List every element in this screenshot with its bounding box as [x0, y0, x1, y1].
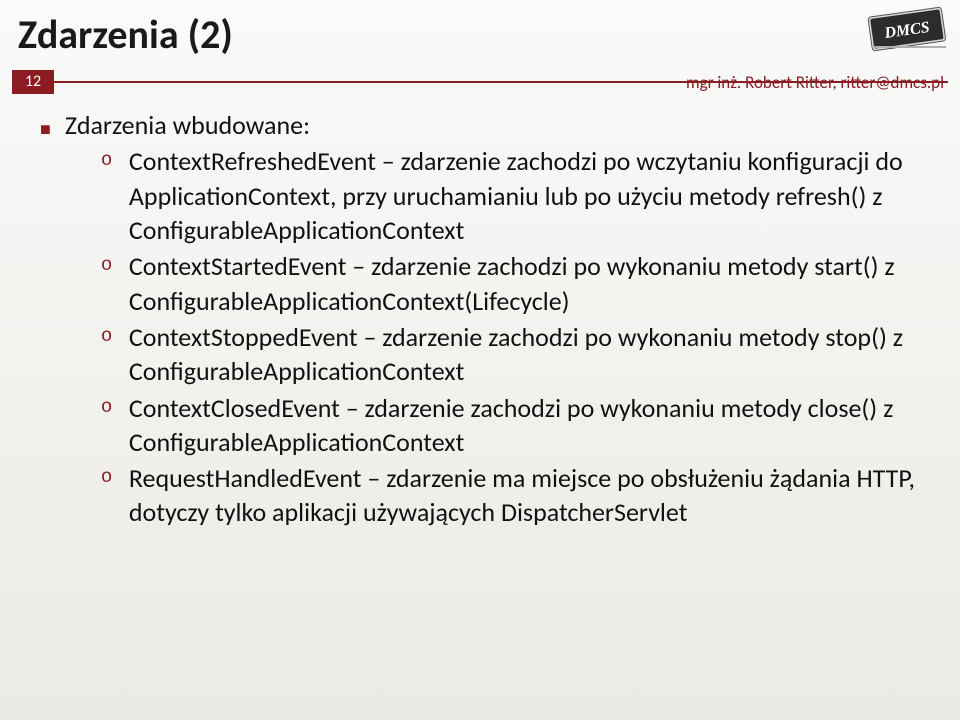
circle-bullet-icon: o: [101, 253, 115, 278]
circle-bullet-icon: o: [101, 465, 115, 490]
event-term: ContextRefreshedEvent: [129, 145, 376, 177]
list-item-text: RequestHandledEvent – zdarzenie ma miejs…: [129, 461, 930, 530]
event-term: ContextStartedEvent: [129, 250, 347, 282]
list-item: o ContextClosedEvent – zdarzenie zachodzi…: [101, 391, 930, 460]
list-item-text: ContextRefreshedEvent – zdarzenie zachod…: [129, 144, 930, 247]
list-item: o ContextRefreshedEvent – zdarzenie zacho…: [101, 144, 930, 247]
event-term: ContextStoppedEvent: [129, 321, 358, 353]
attribution-text: mgr inż. Robert Ritter, ritter@dmcs.pl: [686, 72, 944, 93]
event-term: RequestHandledEvent: [129, 462, 362, 494]
list-item-text: ContextStoppedEvent – zdarzenie zachodzi…: [129, 320, 930, 389]
event-term: ContextClosedEvent: [129, 392, 340, 424]
list-item: o ContextStartedEvent – zdarzenie zachodz…: [101, 249, 930, 318]
dmcs-logo: DMCS: [864, 6, 950, 54]
circle-bullet-icon: o: [101, 324, 115, 349]
content: ■ Zdarzenia wbudowane: o ContextRefreshed…: [40, 108, 930, 532]
square-bullet-icon: ■: [40, 118, 51, 142]
circle-bullet-icon: o: [101, 148, 115, 173]
bullet-intro: ■ Zdarzenia wbudowane: o ContextRefreshed…: [40, 108, 930, 530]
list-item: o ContextStoppedEvent – zdarzenie zachodz…: [101, 320, 930, 389]
circle-bullet-icon: o: [101, 395, 115, 420]
list-item-text: ContextStartedEvent – zdarzenie zachodzi…: [129, 249, 930, 318]
slide: Zdarzenia (2) 12 mgr inż. Robert Ritter,…: [0, 0, 960, 720]
intro-text: Zdarzenia wbudowane:: [65, 108, 930, 142]
page-number-badge: 12: [12, 70, 54, 94]
page-title: Zdarzenia (2): [18, 10, 233, 59]
list-item-text: ContextClosedEvent – zdarzenie zachodzi …: [129, 391, 930, 460]
list-item: o RequestHandledEvent – zdarzenie ma miej…: [101, 461, 930, 530]
